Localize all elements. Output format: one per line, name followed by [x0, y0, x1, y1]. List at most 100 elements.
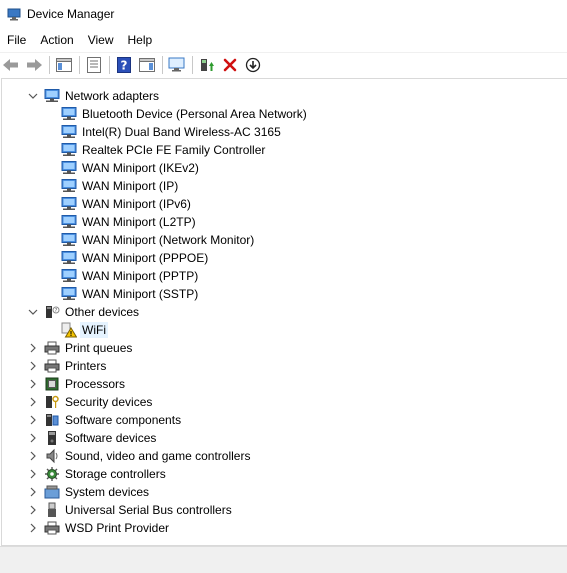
tree-device[interactable]: WAN Miniport (PPPOE) — [61, 249, 210, 267]
software-component-icon — [44, 412, 60, 428]
tree-category[interactable]: System devices — [26, 483, 151, 501]
tree-category[interactable]: Printers — [26, 357, 108, 375]
tree-category[interactable]: Universal Serial Bus controllers — [26, 501, 234, 519]
system-device-icon — [44, 484, 60, 500]
menu-action[interactable]: Action — [33, 30, 80, 50]
tree-category[interactable]: Software devices — [26, 429, 158, 447]
tree-category[interactable]: Sound, video and game controllers — [26, 447, 252, 465]
menu-file[interactable]: File — [0, 30, 33, 50]
network-adapter-icon — [61, 196, 77, 212]
usb-icon — [44, 502, 60, 518]
title-bar: Device Manager — [0, 0, 567, 28]
tree-device[interactable]: Realtek PCIe FE Family Controller — [61, 141, 267, 159]
action-pane-icon[interactable] — [136, 54, 158, 76]
tree-device[interactable]: WAN Miniport (PPTP) — [61, 267, 200, 285]
printer-icon — [44, 340, 60, 356]
tree-device[interactable]: WAN Miniport (IKEv2) — [61, 159, 201, 177]
tree-category[interactable]: Security devices — [26, 393, 154, 411]
device-tree[interactable]: Network adapters Bluetooth Device (Person… — [1, 78, 567, 546]
chevron-right-icon[interactable] — [26, 357, 40, 375]
tree-item-label: WAN Miniport (IP) — [82, 179, 179, 193]
network-adapter-icon — [61, 232, 77, 248]
tree-item-label: Other devices — [65, 305, 140, 319]
tree-device[interactable]: WAN Miniport (IPv6) — [61, 195, 193, 213]
tree-item-label: Network adapters — [65, 89, 160, 103]
back-icon[interactable] — [0, 54, 22, 76]
tree-device[interactable]: WAN Miniport (L2TP) — [61, 213, 198, 231]
chevron-right-icon[interactable] — [26, 375, 40, 393]
storage-controller-icon — [44, 466, 60, 482]
chevron-right-icon[interactable] — [26, 411, 40, 429]
tree-item-label: Software components — [65, 413, 182, 427]
chevron-right-icon[interactable] — [26, 519, 40, 537]
toolbar-separator — [109, 56, 110, 74]
chevron-right-icon[interactable] — [26, 501, 40, 519]
tree-item-label: Printers — [65, 359, 107, 373]
help-icon[interactable]: ? — [113, 54, 135, 76]
scan-hardware-icon[interactable] — [166, 54, 188, 76]
tree-item-label: Security devices — [65, 395, 153, 409]
toolbar-separator — [162, 56, 163, 74]
menu-view[interactable]: View — [81, 30, 121, 50]
network-adapter-icon — [61, 124, 77, 140]
tree-item-label: WAN Miniport (IKEv2) — [82, 161, 199, 175]
chevron-right-icon[interactable] — [26, 465, 40, 483]
network-adapter-icon — [61, 214, 77, 230]
network-adapter-icon — [61, 268, 77, 284]
tree-item-label: WAN Miniport (SSTP) — [82, 287, 199, 301]
network-adapter-icon — [61, 250, 77, 266]
tree-item-label: WAN Miniport (PPTP) — [82, 269, 199, 283]
update-driver-icon[interactable] — [196, 54, 218, 76]
tree-device[interactable]: Bluetooth Device (Personal Area Network) — [61, 105, 309, 123]
show-hide-tree-icon[interactable] — [53, 54, 75, 76]
chevron-right-icon[interactable] — [26, 339, 40, 357]
network-adapter-icon — [44, 88, 60, 104]
tree-item-label: WiFi — [80, 322, 108, 338]
tree-category[interactable]: Network adapters — [26, 87, 161, 105]
tree-category[interactable]: Processors — [26, 375, 127, 393]
tree-category[interactable]: Storage controllers — [26, 465, 168, 483]
tree-item-label: WAN Miniport (L2TP) — [82, 215, 196, 229]
tree-item-label: Realtek PCIe FE Family Controller — [82, 143, 266, 157]
tree-device[interactable]: WiFi — [61, 321, 108, 339]
properties-icon[interactable] — [83, 54, 105, 76]
network-adapter-icon — [61, 178, 77, 194]
toolbar-separator — [49, 56, 50, 74]
chevron-down-icon[interactable] — [26, 87, 40, 105]
chevron-right-icon[interactable] — [26, 447, 40, 465]
processor-icon — [44, 376, 60, 392]
tree-item-label: WSD Print Provider — [65, 521, 170, 535]
tree-device[interactable]: Intel(R) Dual Band Wireless-AC 3165 — [61, 123, 283, 141]
tree-item-label: WAN Miniport (Network Monitor) — [82, 233, 255, 247]
uninstall-icon[interactable] — [219, 54, 241, 76]
warning-device-icon — [61, 322, 77, 338]
tree-category[interactable]: Software components — [26, 411, 183, 429]
forward-icon[interactable] — [23, 54, 45, 76]
other-devices-icon: ? — [44, 304, 60, 320]
tree-item-label: Processors — [65, 377, 126, 391]
download-icon[interactable] — [242, 54, 264, 76]
network-adapter-icon — [61, 142, 77, 158]
chevron-down-icon[interactable] — [26, 303, 40, 321]
tree-category[interactable]: Print queues — [26, 339, 134, 357]
status-bar — [0, 546, 567, 573]
network-adapter-icon — [61, 106, 77, 122]
tree-category[interactable]: ? Other devices — [26, 303, 141, 321]
menu-help[interactable]: Help — [121, 30, 160, 50]
chevron-right-icon[interactable] — [26, 429, 40, 447]
tree-device[interactable]: WAN Miniport (Network Monitor) — [61, 231, 256, 249]
network-adapter-icon — [61, 286, 77, 302]
menu-bar: File Action View Help — [0, 30, 159, 50]
tree-item-label: WAN Miniport (IPv6) — [82, 197, 191, 211]
tree-item-label: Storage controllers — [65, 467, 166, 481]
tree-item-label: Print queues — [65, 341, 133, 355]
tree-item-label: System devices — [65, 485, 150, 499]
tree-item-label: Sound, video and game controllers — [65, 449, 251, 463]
chevron-right-icon[interactable] — [26, 393, 40, 411]
tree-device[interactable]: WAN Miniport (SSTP) — [61, 285, 200, 303]
tree-device[interactable]: WAN Miniport (IP) — [61, 177, 180, 195]
tree-category[interactable]: WSD Print Provider — [26, 519, 171, 537]
tree-item-label: WAN Miniport (PPPOE) — [82, 251, 209, 265]
security-key-icon — [44, 394, 60, 410]
chevron-right-icon[interactable] — [26, 483, 40, 501]
